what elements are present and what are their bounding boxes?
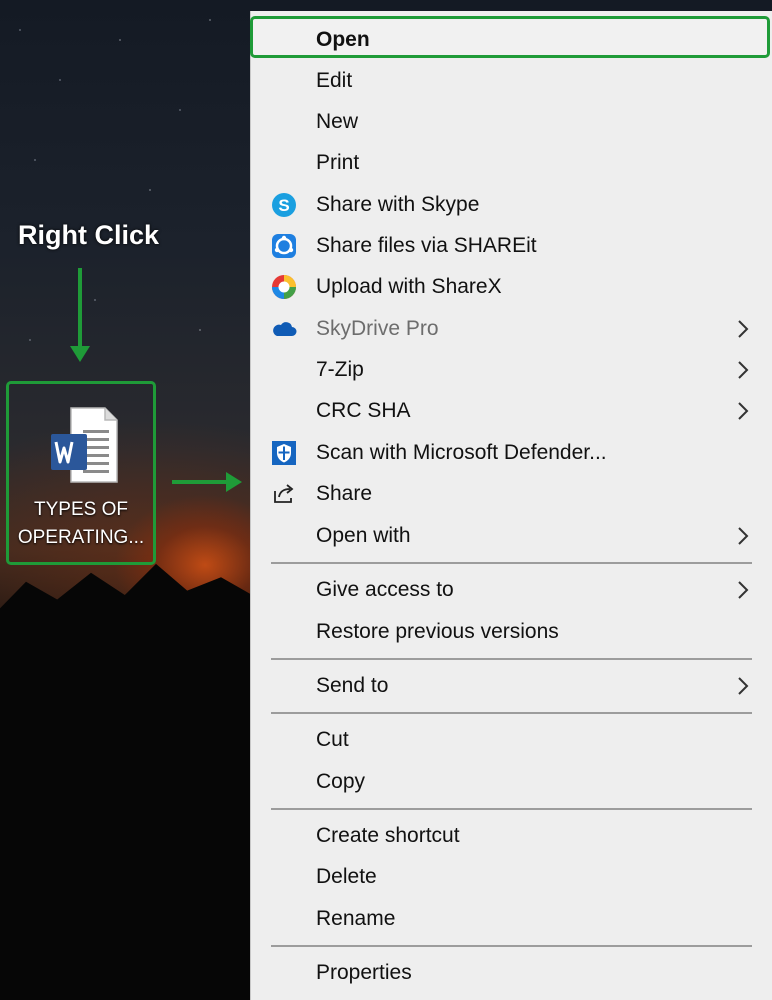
file-name-line-2: OPERATING...	[17, 527, 145, 548]
menu-item-rename[interactable]: Rename	[251, 898, 772, 939]
menu-item-label: SkyDrive Pro	[316, 317, 439, 340]
menu-item-share[interactable]: Share	[251, 473, 772, 514]
chevron-right-icon	[738, 677, 749, 695]
desktop-file-name: TYPES OF OPERATING...	[9, 496, 153, 552]
menu-item-label: Share files via SHAREit	[316, 234, 537, 257]
menu-item-label: Open with	[316, 524, 411, 547]
menu-item-upload-with-sharex[interactable]: Upload with ShareX	[251, 266, 772, 307]
menu-item-label: Open	[316, 28, 370, 51]
menu-item-create-shortcut[interactable]: Create shortcut	[251, 815, 772, 856]
svg-text:S: S	[278, 196, 289, 215]
annotation-arrow-right	[172, 472, 242, 492]
chevron-right-icon	[738, 527, 749, 545]
context-menu: Open Edit New Print S Share with Skype S…	[250, 11, 772, 1000]
menu-item-edit[interactable]: Edit	[251, 60, 772, 101]
menu-item-share-via-shareit[interactable]: Share files via SHAREit	[251, 225, 772, 266]
chevron-right-icon	[738, 402, 749, 420]
menu-item-give-access-to[interactable]: Give access to	[251, 569, 772, 610]
menu-item-open[interactable]: Open	[251, 19, 772, 60]
menu-item-label: New	[316, 110, 359, 133]
menu-item-label: Edit	[316, 69, 353, 92]
menu-item-label: Delete	[316, 865, 377, 888]
menu-separator	[271, 712, 752, 714]
menu-item-delete[interactable]: Delete	[251, 856, 772, 897]
menu-item-print[interactable]: Print	[251, 142, 772, 183]
menu-separator	[271, 808, 752, 810]
menu-item-7zip[interactable]: 7-Zip	[251, 349, 772, 390]
menu-item-label: Share	[316, 482, 373, 505]
menu-separator	[271, 945, 752, 947]
menu-item-new[interactable]: New	[251, 101, 772, 142]
menu-item-label: Cut	[316, 728, 349, 751]
file-name-line-1: TYPES OF	[34, 499, 128, 520]
word-document-icon	[51, 407, 118, 483]
defender-shield-icon	[272, 441, 296, 465]
menu-item-label: Send to	[316, 674, 389, 697]
menu-item-label: Restore previous versions	[316, 620, 559, 643]
menu-item-label: Copy	[316, 770, 366, 793]
menu-item-crc-sha[interactable]: CRC SHA	[251, 390, 772, 431]
menu-item-label: Create shortcut	[316, 824, 460, 847]
menu-item-share-with-skype[interactable]: S Share with Skype	[251, 184, 772, 225]
menu-item-label: 7-Zip	[316, 358, 364, 381]
sharex-icon	[272, 275, 296, 299]
menu-item-label: Upload with ShareX	[316, 275, 502, 298]
mountain-silhouette	[0, 563, 260, 1000]
desktop-file-item[interactable]: TYPES OF OPERATING...	[6, 381, 156, 565]
cloud-icon	[273, 322, 297, 336]
menu-item-restore-previous-versions[interactable]: Restore previous versions	[251, 611, 772, 652]
chevron-right-icon	[738, 581, 749, 599]
menu-item-label: Rename	[316, 907, 396, 930]
menu-item-properties[interactable]: Properties	[251, 952, 772, 993]
menu-item-send-to[interactable]: Send to	[251, 665, 772, 706]
menu-item-label: Properties	[316, 961, 412, 984]
right-click-annotation: Right Click	[18, 220, 160, 250]
menu-item-open-with[interactable]: Open with	[251, 515, 772, 556]
chevron-right-icon	[738, 361, 749, 379]
share-icon	[274, 484, 294, 503]
menu-item-copy[interactable]: Copy	[251, 761, 772, 802]
menu-item-label: Share with Skype	[316, 193, 480, 216]
menu-item-scan-with-defender[interactable]: Scan with Microsoft Defender...	[251, 432, 772, 473]
menu-separator	[271, 562, 752, 564]
menu-item-label: Scan with Microsoft Defender...	[316, 441, 607, 464]
menu-item-skydrive-pro[interactable]: SkyDrive Pro	[251, 308, 772, 349]
skype-icon: S	[272, 193, 296, 217]
annotation-arrow-down	[70, 268, 90, 362]
shareit-icon	[272, 234, 296, 258]
menu-item-cut[interactable]: Cut	[251, 719, 772, 760]
menu-item-label: CRC SHA	[316, 399, 411, 422]
menu-item-label: Print	[316, 151, 360, 174]
chevron-right-icon	[738, 320, 749, 338]
menu-separator	[271, 658, 752, 660]
menu-item-label: Give access to	[316, 578, 454, 601]
